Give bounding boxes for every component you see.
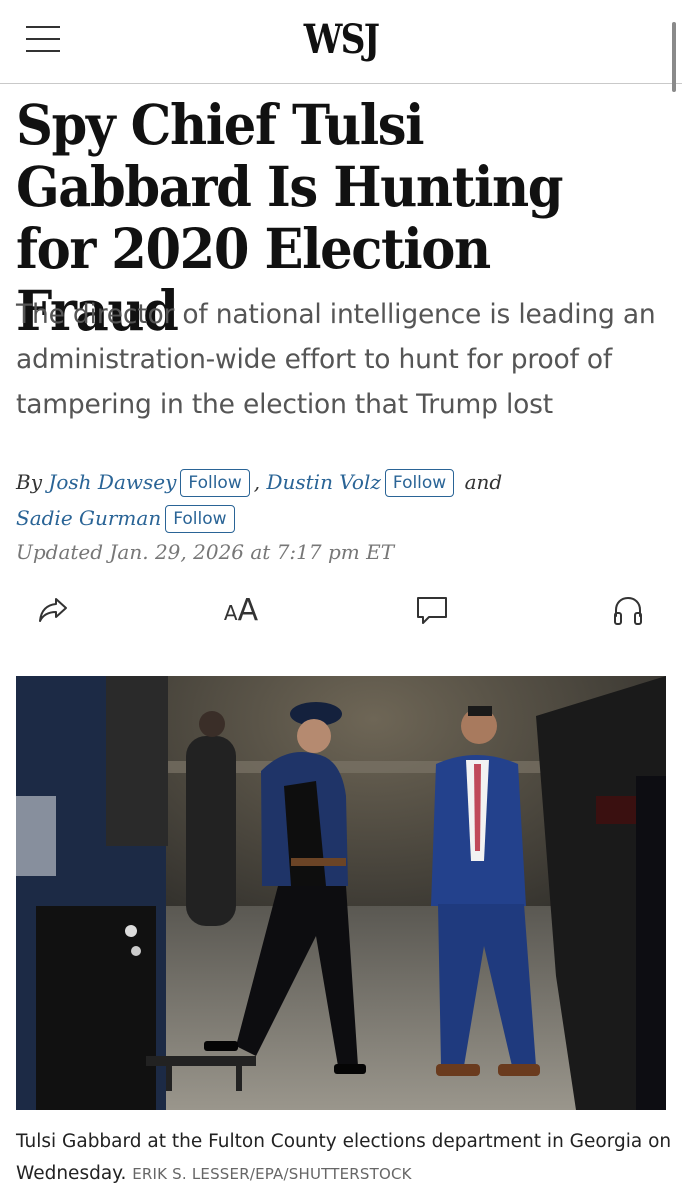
top-bar: WSJ [0,0,682,84]
comments-button[interactable] [410,588,454,632]
share-button[interactable] [31,588,75,632]
wsj-logo[interactable]: WSJ [48,16,635,63]
lead-photo[interactable] [16,676,666,1110]
text-size-button[interactable]: AA [219,588,263,632]
author-link-dustin-volz[interactable]: Dustin Volz [266,470,380,494]
share-icon [39,598,67,622]
follow-button-sadie-gurman[interactable]: Follow [165,505,235,533]
text-size-icon: AA [223,592,259,628]
byline-conjunction: and [464,470,503,494]
follow-button-josh-dawsey[interactable]: Follow [180,469,250,497]
author-link-sadie-gurman[interactable]: Sadie Gurman [16,506,161,530]
byline: By Josh Dawsey Follow, Dustin Volz Follow … [16,464,666,536]
headphones-icon [614,596,642,625]
follow-button-dustin-volz[interactable]: Follow [384,469,455,497]
article-toolbar: AA [0,588,682,632]
byline-prefix: By [16,470,42,494]
scrollbar[interactable] [672,22,676,92]
byline-separator: , [253,470,261,494]
photo-caption: Tulsi Gabbard at the Fulton County elect… [16,1126,676,1190]
lead-photo-illustration [16,676,666,1110]
article-dek: The director of national intelligence is… [16,299,656,420]
updated-timestamp: Updated Jan. 29, 2026 at 7:17 pm ET [16,540,395,564]
author-link-josh-dawsey[interactable]: Josh Dawsey [48,470,176,494]
photo-credit: ERIK S. LESSER/EPA/SHUTTERSTOCK [132,1165,412,1183]
comment-icon [417,597,447,624]
listen-button[interactable] [606,588,650,632]
